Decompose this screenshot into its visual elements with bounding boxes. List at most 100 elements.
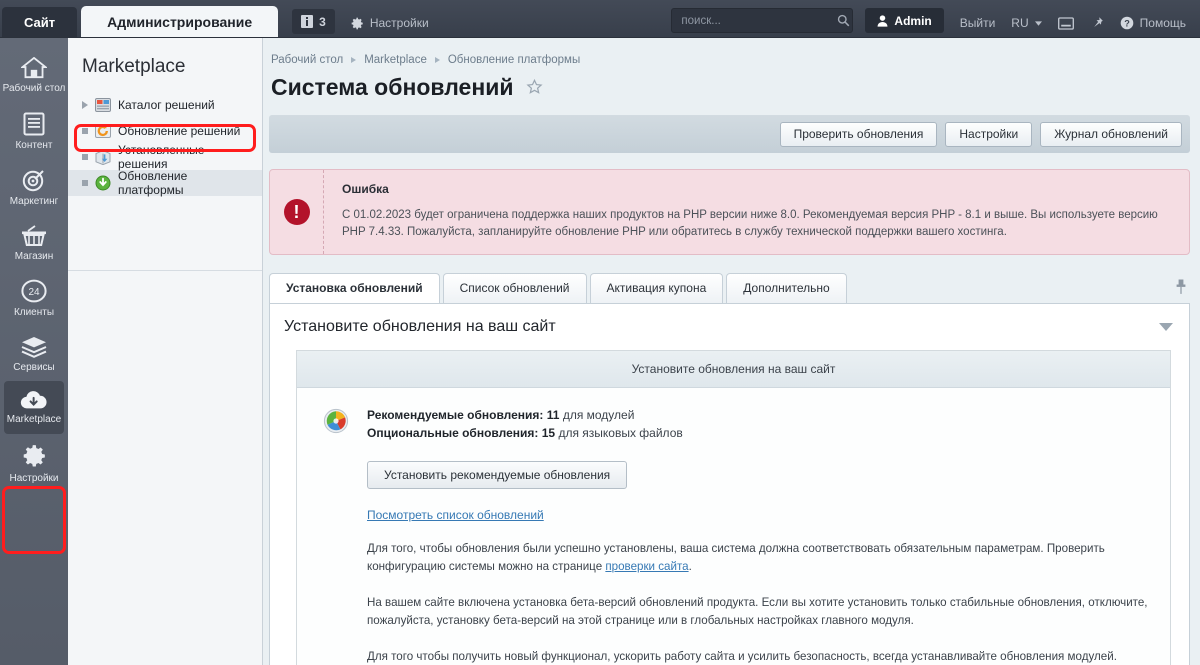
- toolbar-settings-button[interactable]: Настройки: [945, 121, 1033, 147]
- breadcrumb-separator-icon: [434, 57, 440, 63]
- header-settings-link[interactable]: Настройки: [351, 16, 429, 30]
- rail-item-settings[interactable]: Настройки: [0, 434, 68, 493]
- sidebar-item-solution-updates-label: Обновление решений: [118, 124, 241, 138]
- panel-heading: Установите обновления на ваш сайт: [284, 317, 556, 335]
- tab-updates-list-label: Список обновлений: [459, 281, 570, 295]
- breadcrumb-item-platform-update[interactable]: Обновление платформы: [448, 54, 580, 66]
- help-icon: ?: [1120, 16, 1134, 30]
- rail-item-clients[interactable]: 24 Клиенты: [0, 270, 68, 327]
- rail-item-desktop-label: Рабочий стол: [2, 83, 66, 94]
- panel-head: Установите обновления на ваш сайт: [270, 304, 1189, 350]
- page-toolbar: Проверить обновления Настройки Журнал об…: [269, 115, 1190, 153]
- site-check-link[interactable]: проверки сайта: [605, 560, 688, 573]
- notifications-count: 3: [319, 14, 326, 29]
- help-link[interactable]: ? Помощь: [1120, 16, 1186, 30]
- svg-text:24: 24: [28, 287, 40, 298]
- tab-additional[interactable]: Дополнительно: [726, 272, 847, 303]
- bullet-icon: [82, 128, 88, 134]
- rail-item-marketing[interactable]: Маркетинг: [0, 159, 68, 216]
- install-updates-panel: Установите обновления на ваш сайт Устано…: [269, 303, 1190, 665]
- help-label: Помощь: [1139, 16, 1186, 30]
- sidebar-item-installed-solutions[interactable]: Установленные решения: [68, 143, 262, 171]
- user-icon: [877, 14, 888, 27]
- rail-item-marketplace[interactable]: Marketplace: [4, 381, 64, 434]
- search-box[interactable]: [671, 8, 854, 33]
- tab-coupon-activation[interactable]: Активация купона: [589, 272, 724, 303]
- error-text: С 01.02.2023 будет ограничена поддержка …: [342, 209, 1158, 239]
- gear-icon: [21, 443, 47, 469]
- paragraph-beta-versions: На вашем сайте включена установка бета-в…: [367, 595, 1148, 627]
- paragraph-system-check: Для того, чтобы обновления были успешно …: [367, 540, 1150, 576]
- rail-item-content[interactable]: Контент: [0, 103, 68, 160]
- layers-icon: [21, 336, 47, 358]
- notifications-counter-badge[interactable]: 3: [292, 9, 335, 34]
- optional-label: Опциональные обновления:: [367, 426, 539, 441]
- rail-item-desktop[interactable]: Рабочий стол: [0, 48, 68, 103]
- search-input[interactable]: [679, 13, 838, 28]
- check-updates-button[interactable]: Проверить обновления: [779, 121, 938, 147]
- note-icon: [301, 15, 314, 28]
- updates-card-heading: Установите обновления на ваш сайт: [297, 350, 1170, 388]
- rail-item-settings-label: Настройки: [9, 472, 59, 484]
- tab-install-updates[interactable]: Установка обновлений: [269, 272, 440, 303]
- logout-link[interactable]: Выйти: [960, 16, 996, 30]
- error-title: Ошибка: [342, 182, 389, 196]
- refresh-orange-icon: [95, 123, 111, 139]
- sidebar-item-platform-update[interactable]: Обновление платформы: [68, 169, 262, 197]
- basket-icon: [21, 224, 47, 247]
- error-body: Ошибка С 01.02.2023 будет ограничена под…: [324, 170, 1189, 254]
- breadcrumb: Рабочий стол Marketplace Обновление плат…: [263, 38, 1200, 66]
- home-icon: [19, 56, 49, 79]
- rail-item-shop-label: Магазин: [14, 250, 54, 262]
- tab-updates-list[interactable]: Список обновлений: [442, 272, 587, 303]
- sidebar-item-solution-updates[interactable]: Обновление решений: [68, 118, 262, 144]
- breadcrumb-item-marketplace[interactable]: Marketplace: [364, 54, 427, 66]
- optional-suffix: для языковых файлов: [558, 426, 683, 441]
- svg-text:?: ?: [1124, 19, 1130, 29]
- updates-card-body: Рекомендуемые обновления: 11 для модулей…: [297, 388, 1170, 665]
- update-log-button[interactable]: Журнал обновлений: [1040, 121, 1182, 147]
- subnav-divider: [68, 270, 262, 271]
- updates-card: Установите обновления на ваш сайт Рекоме…: [296, 349, 1171, 665]
- left-icon-rail: Рабочий стол Контент Маркетинг Магазин 2…: [0, 38, 68, 665]
- header-settings-label: Настройки: [369, 16, 429, 30]
- monitor-icon: [1057, 17, 1074, 30]
- search-icon[interactable]: [837, 14, 850, 27]
- breadcrumb-separator-icon: [351, 57, 357, 63]
- breadcrumb-item-desktop[interactable]: Рабочий стол: [271, 54, 343, 66]
- pin-panel-button[interactable]: [1090, 16, 1104, 30]
- rail-item-services[interactable]: Сервисы: [0, 327, 68, 382]
- tab-administration-label: Администрирование: [107, 13, 253, 30]
- sidebar-item-catalog-label: Каталог решений: [118, 98, 215, 112]
- tab-administration[interactable]: Администрирование: [81, 6, 279, 37]
- language-selector[interactable]: RU: [1011, 16, 1042, 30]
- tab-install-updates-label: Установка обновлений: [286, 281, 423, 295]
- pin-icon: [1090, 16, 1104, 30]
- rail-item-shop[interactable]: Магазин: [0, 216, 68, 271]
- error-icon-cell: !: [270, 170, 324, 254]
- catalog-icon: [95, 97, 111, 113]
- tab-site-label: Сайт: [24, 14, 56, 30]
- error-message-box: ! Ошибка С 01.02.2023 будет ограничена п…: [269, 169, 1190, 255]
- expand-arrow-icon[interactable]: [82, 101, 88, 109]
- marketplace-subnav: Marketplace Каталог решений Обновление р…: [68, 38, 263, 665]
- rail-item-marketing-label: Маркетинг: [9, 196, 59, 207]
- pin-tabs-icon[interactable]: [1174, 278, 1188, 296]
- sidebar-item-catalog[interactable]: Каталог решений: [68, 92, 262, 118]
- panel-view-button[interactable]: [1057, 17, 1074, 30]
- tab-site[interactable]: Сайт: [2, 7, 78, 37]
- rail-item-marketplace-label: Marketplace: [6, 414, 62, 425]
- subnav-title: Marketplace: [82, 56, 186, 77]
- install-recommended-updates-button[interactable]: Установить рекомендуемые обновления: [367, 460, 628, 489]
- user-menu-button[interactable]: Admin: [865, 8, 944, 33]
- paragraph-benefits: Для того чтобы получить новый функционал…: [367, 649, 1117, 663]
- language-label: RU: [1011, 16, 1029, 30]
- main-content-area: Рабочий стол Marketplace Обновление плат…: [263, 38, 1200, 665]
- view-updates-list-link[interactable]: Посмотреть список обновлений: [367, 508, 1150, 522]
- rail-item-content-label: Контент: [15, 139, 53, 151]
- optional-count: 15: [541, 426, 556, 441]
- bullet-icon: [82, 180, 88, 186]
- collapse-caret-down-icon[interactable]: [1159, 322, 1173, 331]
- recommended-suffix: для модулей: [562, 407, 635, 422]
- star-outline-icon[interactable]: [525, 78, 543, 96]
